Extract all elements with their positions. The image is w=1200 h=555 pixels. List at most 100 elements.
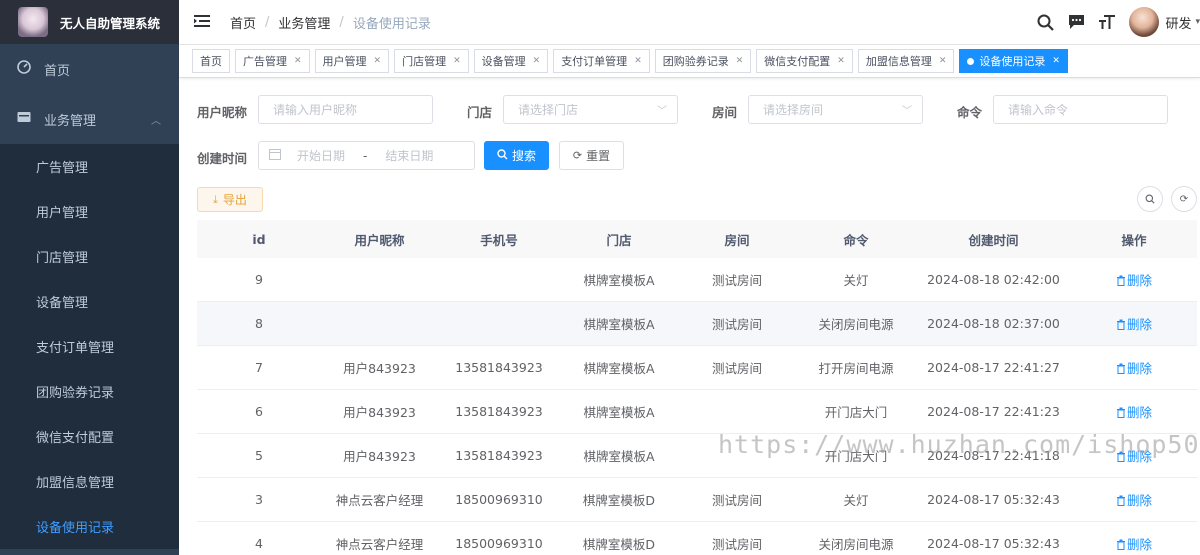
delete-label: 删除 (1126, 493, 1152, 508)
trash-icon (1116, 493, 1127, 508)
close-icon[interactable]: ✕ (837, 56, 845, 66)
avatar[interactable] (1129, 7, 1160, 37)
tab-home[interactable]: 首页 (192, 49, 230, 73)
delete-button[interactable]: 删除 (1116, 493, 1152, 508)
close-icon[interactable]: ✕ (634, 56, 642, 66)
command-input[interactable]: 请输入命令 (993, 95, 1168, 124)
date-range-picker[interactable]: 开始日期 - 结束日期 (258, 141, 475, 170)
delete-button[interactable]: 删除 (1116, 317, 1152, 332)
tab-users[interactable]: 用户管理 ✕ (314, 49, 390, 73)
sidebar-logo[interactable]: 无人自助管理系统 (0, 0, 179, 44)
delete-label: 删除 (1126, 405, 1152, 420)
column-header[interactable]: 用户昵称 (321, 230, 438, 249)
table-cell: 神点云客户经理 (335, 537, 424, 552)
button-label: 重置 (586, 149, 611, 163)
delete-button[interactable]: 删除 (1116, 449, 1152, 464)
table-cell: 棋牌室模板D (582, 493, 656, 508)
sidebar-item-home[interactable]: 首页 (0, 44, 179, 94)
column-header[interactable]: 命令 (796, 230, 916, 249)
table-cell: 8 (255, 316, 263, 331)
column-header[interactable]: id (197, 232, 321, 247)
sidebar-item-device-usage[interactable]: 设备使用记录 (0, 504, 179, 549)
sidebar-item-stores[interactable]: 门店管理 (0, 234, 179, 279)
placeholder: 请选择房间 (763, 103, 824, 117)
column-header[interactable]: 手机号 (438, 230, 560, 249)
search-icon[interactable] (1036, 13, 1054, 31)
sidebar-item-group-coupons[interactable]: 团购验券记录 (0, 369, 179, 414)
close-icon[interactable]: ✕ (294, 56, 302, 66)
table-cell: 棋牌室模板D (582, 537, 656, 552)
tab-stores[interactable]: 门店管理 ✕ (394, 49, 469, 73)
tab-group-coupons[interactable]: 团购验券记录 ✕ (654, 49, 752, 73)
refresh-table-button[interactable]: ⟳ (1171, 186, 1197, 212)
breadcrumb-separator: / (265, 14, 270, 30)
close-icon[interactable]: ✕ (533, 56, 541, 66)
logo-image (18, 7, 48, 37)
end-date-placeholder: 结束日期 (385, 149, 434, 163)
actions-cell: 删除 (1071, 314, 1197, 333)
sidebar-item-wechat-pay[interactable]: 微信支付配置 (0, 414, 179, 459)
table-cell: 7 (255, 360, 263, 375)
trash-icon (1116, 405, 1127, 420)
close-icon[interactable]: ✕ (453, 56, 461, 66)
table-row[interactable]: 8 棋牌室模板A 测试房间 关闭房间电源 2024-08-18 02:37:00 删除 (197, 302, 1197, 346)
delete-button[interactable]: 删除 (1116, 361, 1152, 376)
tab-wechat-pay[interactable]: 微信支付配置 ✕ (756, 49, 853, 73)
user-name[interactable]: 研发 (1165, 13, 1191, 32)
tab-label: 用户管理 (322, 55, 367, 68)
nickname-input[interactable]: 请输入用户昵称 (258, 95, 433, 124)
sidebar-item-ads[interactable]: 广告管理 (0, 144, 179, 189)
table-row[interactable]: 5 用户843923 13581843923 棋牌室模板A 开门店大门 2024-08-1… (197, 434, 1197, 478)
table-cell: 测试房间 (711, 537, 762, 552)
search-button[interactable]: 搜索 (484, 141, 549, 170)
tab-label: 门店管理 (402, 55, 447, 68)
message-icon[interactable] (1067, 13, 1085, 31)
tab-devices[interactable]: 设备管理 ✕ (473, 49, 549, 73)
sidebar-item-label: 首页 (44, 63, 71, 79)
header-right: 研发 ▾ (1036, 7, 1200, 37)
column-header[interactable]: 创建时间 (916, 230, 1071, 249)
tab-label: 设备管理 (481, 55, 526, 68)
toggle-search-button[interactable] (1137, 186, 1163, 212)
column-header[interactable]: 操作 (1071, 230, 1197, 249)
table-row[interactable]: 7 用户843923 13581843923 棋牌室模板A 测试房间 打开房间电源 2024… (197, 346, 1197, 390)
close-icon[interactable]: ✕ (736, 56, 744, 66)
delete-button[interactable]: 删除 (1116, 537, 1152, 552)
sidebar-item-devices[interactable]: 设备管理 (0, 279, 179, 324)
close-icon[interactable]: ✕ (1052, 56, 1060, 66)
tab-device-usage[interactable]: 设备使用记录 ✕ (959, 49, 1068, 73)
table-row[interactable]: 3 神点云客户经理 18500969310 棋牌室模板D 测试房间 关灯 2024-08-1… (197, 478, 1197, 522)
close-icon[interactable]: ✕ (374, 56, 382, 66)
usage-table: id 用户昵称 手机号 门店 房间 命令 创建时间 操作 9 棋牌室模板A 测试房间… (197, 220, 1197, 555)
tab-payment-orders[interactable]: 支付订单管理 ✕ (553, 49, 650, 73)
room-select[interactable]: 请选择房间 ﹀ (748, 95, 923, 124)
table-row[interactable]: 6 用户843923 13581843923 棋牌室模板A 开门店大门 2024-08-1… (197, 390, 1197, 434)
app-title: 无人自助管理系统 (60, 15, 161, 31)
tab-ads[interactable]: 广告管理 ✕ (235, 49, 310, 73)
tab-franchise[interactable]: 加盟信息管理 ✕ (857, 49, 955, 73)
sidebar-item-users[interactable]: 用户管理 (0, 189, 179, 234)
active-dot-icon (967, 57, 975, 65)
actions-cell: 删除 (1071, 402, 1197, 421)
table-cell: 棋牌室模板A (583, 449, 655, 464)
column-header[interactable]: 房间 (678, 230, 796, 249)
sidebar-item-business[interactable]: 业务管理 ︿ (0, 94, 179, 144)
table-row[interactable]: 9 棋牌室模板A 测试房间 关灯 2024-08-18 02:42:00 删除 (197, 258, 1197, 302)
table-row[interactable]: 4 神点云客户经理 18500969310 棋牌室模板D 测试房间 关闭房间电源 2024-… (197, 522, 1197, 555)
column-header[interactable]: 门店 (560, 230, 678, 249)
hamburger-icon[interactable] (194, 14, 212, 31)
delete-button[interactable]: 删除 (1116, 405, 1152, 420)
sidebar-item-payment-orders[interactable]: 支付订单管理 (0, 324, 179, 369)
store-select[interactable]: 请选择门店 ﹀ (503, 95, 678, 124)
export-button[interactable]: ⤓ 导出 (197, 187, 263, 212)
sidebar-item-franchise[interactable]: 加盟信息管理 (0, 459, 179, 504)
breadcrumb-business[interactable]: 业务管理 (278, 13, 330, 32)
tags-view: 首页 广告管理 ✕ 用户管理 ✕ 门店管理 ✕ 设备管理 ✕ 支付订单管理 ✕ 团购验券记… (179, 45, 1200, 78)
breadcrumb-home[interactable]: 首页 (230, 13, 256, 32)
close-icon[interactable]: ✕ (939, 56, 947, 66)
delete-button[interactable]: 删除 (1116, 273, 1152, 288)
caret-down-icon[interactable]: ▾ (1195, 17, 1200, 27)
reset-button[interactable]: ⟳ 重置 (559, 141, 624, 170)
font-size-icon[interactable] (1098, 13, 1116, 31)
trash-icon (1116, 449, 1127, 464)
